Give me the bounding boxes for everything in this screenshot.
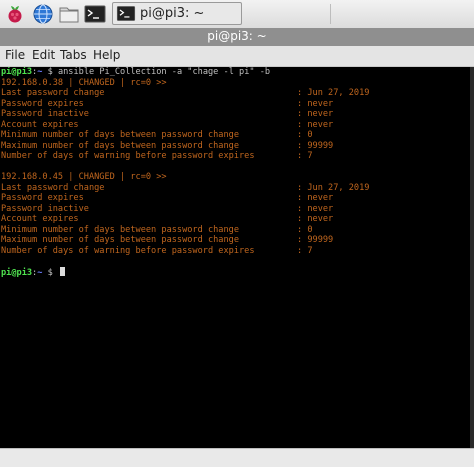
prompt-dollar: $ (42, 67, 58, 77)
globe-icon[interactable] (32, 3, 54, 25)
command-text: ansible Pi_Collection -a "chage -l pi" -… (57, 67, 271, 77)
taskbar: pi@pi3: ~ (0, 0, 474, 29)
row-value: : 99999 (297, 235, 334, 245)
row-label: Maximum number of days between password … (1, 235, 239, 245)
row-label: Last password change (1, 182, 105, 193)
menu-file[interactable]: File (5, 48, 25, 62)
prompt-user: pi@pi3 (1, 67, 33, 77)
row-label: Password inactive (1, 109, 89, 119)
row-value: : 0 (297, 130, 313, 140)
row-label: Account expires (1, 119, 79, 130)
terminal-scrollbar[interactable] (470, 67, 474, 448)
window-bottom-edge (0, 448, 474, 467)
output-row: Password inactive : never (1, 203, 333, 215)
command-line: pi@pi3:~ $ ansible Pi_Collection -a "cha… (1, 67, 270, 78)
row-value: : never (297, 119, 334, 130)
row-value: : Jun 27, 2019 (297, 88, 370, 98)
row-value: : never (297, 203, 334, 214)
menu-tabs[interactable]: Tabs (60, 48, 87, 62)
row-value: : 0 (297, 224, 313, 235)
row-value: : never (297, 193, 334, 203)
window-title: pi@pi3: ~ (207, 29, 267, 43)
output-row: Password expires : never (1, 98, 333, 110)
menubar: File Edit Tabs Help (0, 46, 474, 67)
host-header: 192.168.0.45 | CHANGED | rc=0 >> (1, 172, 167, 182)
output-row: Password expires : never (1, 193, 333, 204)
raspberry-icon[interactable] (4, 3, 26, 25)
output-row: Last password change : Jun 27, 2019 (1, 182, 369, 194)
menu-edit[interactable]: Edit (32, 48, 55, 62)
taskbar-window-label: pi@pi3: ~ (140, 6, 205, 21)
row-label: Last password change (1, 88, 105, 98)
row-label: Number of days of warning before passwor… (1, 151, 255, 161)
row-value: : never (297, 98, 334, 109)
output-row: Password inactive : never (1, 109, 333, 120)
folder-icon[interactable] (58, 3, 80, 25)
prompt-user: pi@pi3 (1, 267, 33, 278)
host-header: 192.168.0.38 | CHANGED | rc=0 >> (1, 77, 167, 88)
row-value: : 99999 (297, 140, 334, 151)
output-row: Maximum number of days between password … (1, 235, 333, 246)
taskbar-divider (330, 4, 331, 24)
row-value: : 7 (297, 245, 313, 256)
row-label: Password expires (1, 193, 84, 203)
text-cursor (59, 266, 65, 276)
row-label: Password inactive (1, 203, 89, 214)
window-titlebar[interactable]: pi@pi3: ~ (0, 28, 474, 46)
terminal-icon (116, 4, 136, 27)
prompt-line: pi@pi3:~ $ (1, 266, 65, 278)
row-value: : never (297, 109, 334, 119)
row-label: Account expires (1, 214, 79, 224)
row-value: : 7 (297, 151, 313, 161)
row-value: : never (297, 214, 334, 224)
prompt-dollar: $ (42, 267, 58, 278)
row-label: Password expires (1, 98, 84, 109)
menu-help[interactable]: Help (93, 48, 120, 62)
output-row: Number of days of warning before passwor… (1, 245, 313, 257)
taskbar-window-button[interactable]: pi@pi3: ~ (112, 2, 242, 25)
row-label: Number of days of warning before passwor… (1, 245, 255, 256)
row-label: Minimum number of days between password … (1, 224, 239, 235)
output-row: Number of days of warning before passwor… (1, 151, 313, 162)
output-row: Minimum number of days between password … (1, 130, 313, 141)
row-value: : Jun 27, 2019 (297, 182, 370, 193)
output-row: Minimum number of days between password … (1, 224, 313, 236)
row-label: Minimum number of days between password … (1, 130, 239, 140)
output-row: Last password change : Jun 27, 2019 (1, 88, 369, 99)
terminal-icon[interactable] (84, 3, 106, 25)
row-label: Maximum number of days between password … (1, 140, 239, 151)
output-row: Account expires : never (1, 214, 333, 225)
terminal-output[interactable]: pi@pi3:~ $ ansible Pi_Collection -a "cha… (0, 67, 470, 448)
output-row: Account expires : never (1, 119, 333, 131)
output-row: Maximum number of days between password … (1, 140, 333, 152)
